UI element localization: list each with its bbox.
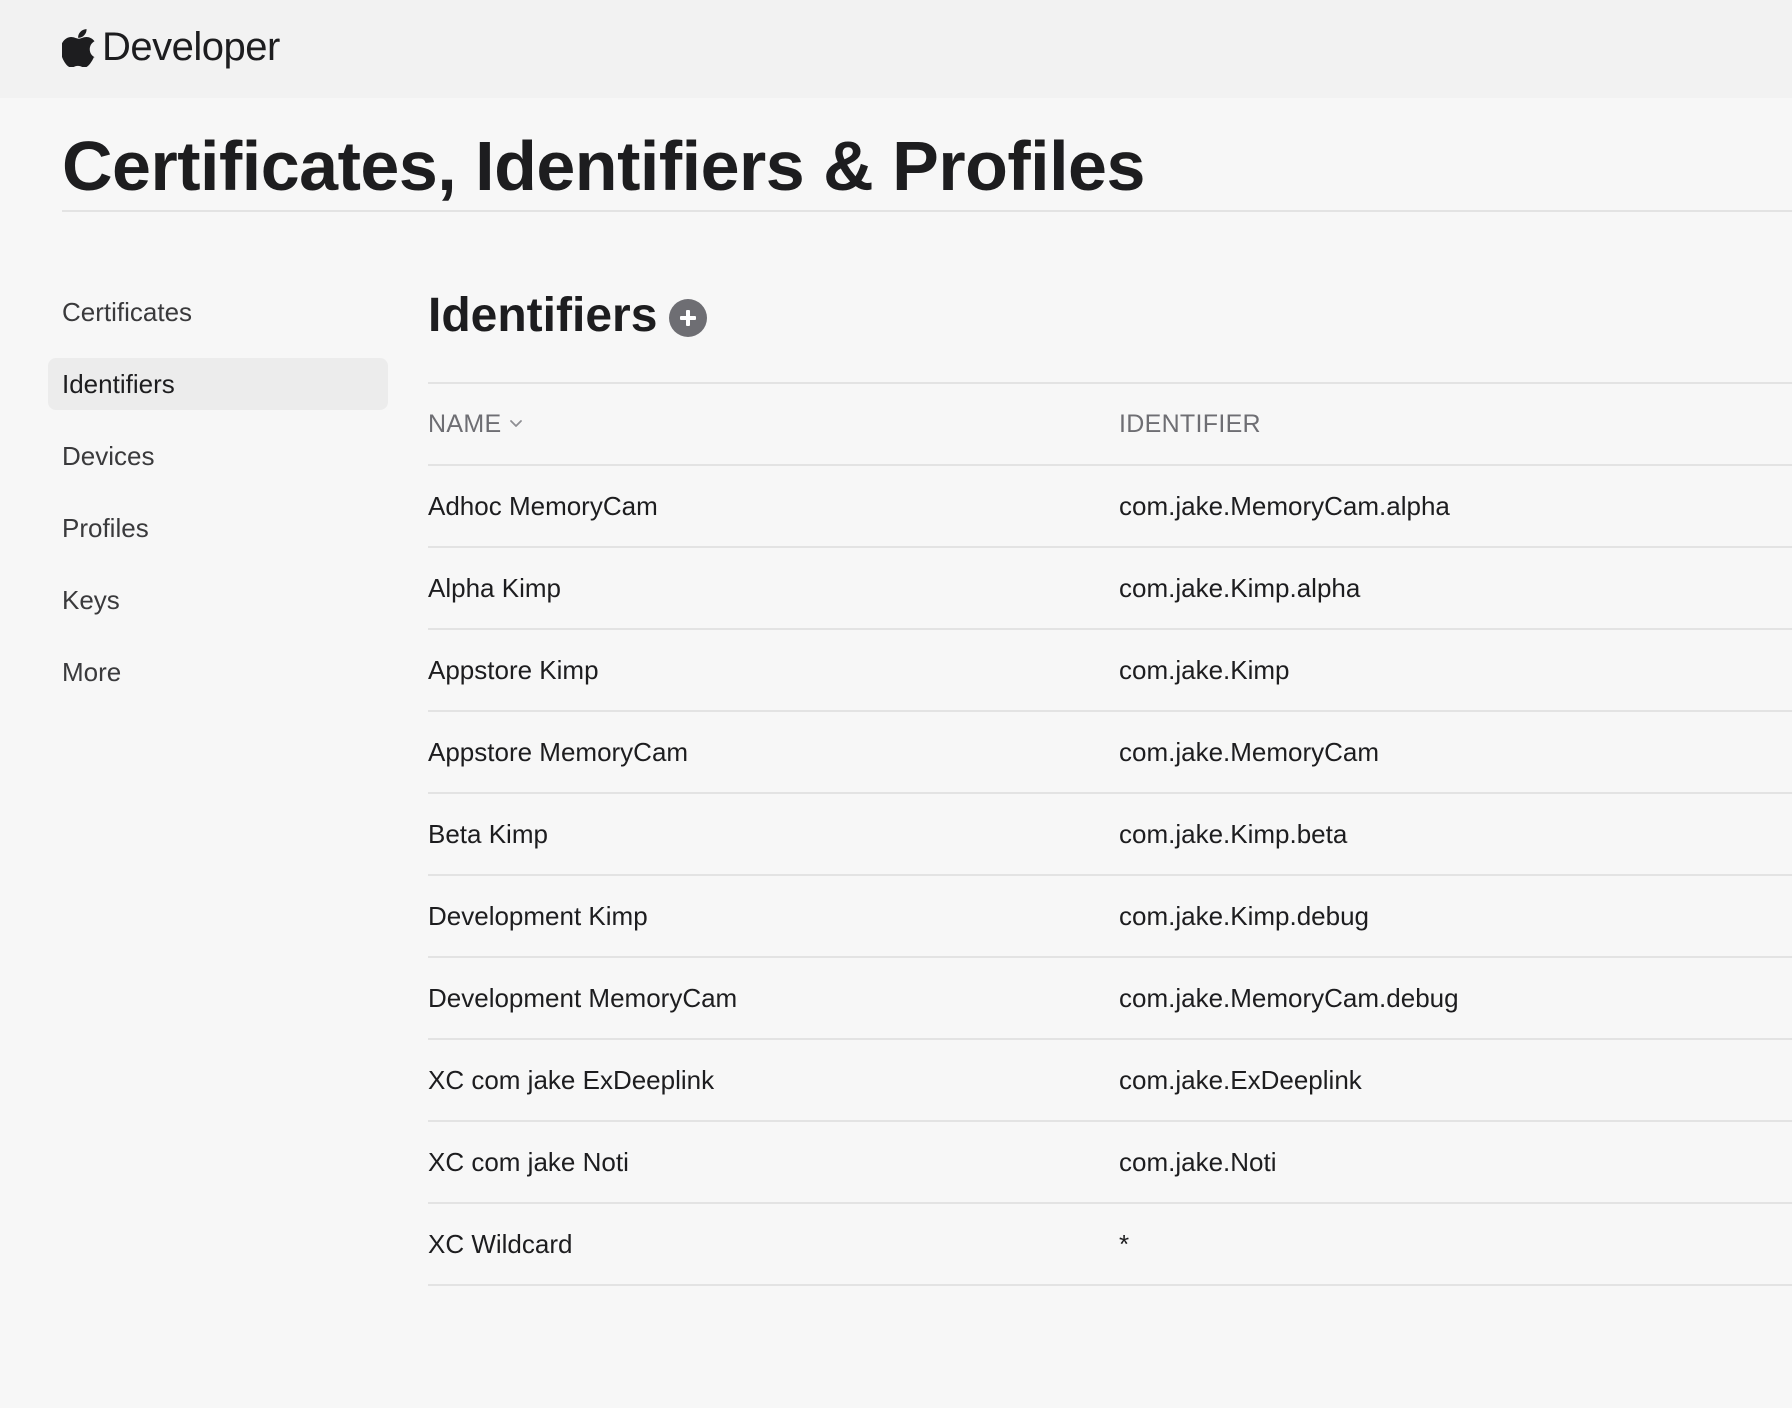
row-name: Beta Kimp [428, 818, 548, 849]
title-divider [62, 210, 1792, 212]
brand-label: Developer [102, 24, 280, 69]
apple-logo-icon [62, 29, 95, 67]
chevron-down-icon [510, 420, 523, 427]
developer-home-link[interactable]: Developer [62, 22, 280, 72]
row-name: Appstore Kimp [428, 654, 599, 685]
row-identifier: com.jake.Noti [1119, 1146, 1277, 1177]
name-column-header[interactable]: NAME [428, 410, 523, 439]
table-row[interactable]: XC com jake ExDeeplink com.jake.ExDeepli… [428, 1040, 1792, 1122]
table-row[interactable]: Development Kimp com.jake.Kimp.debug [428, 876, 1792, 958]
identifier-column-header[interactable]: IDENTIFIER [1119, 410, 1792, 439]
section-title: Identifiers [428, 289, 658, 342]
top-nav-bar: Developer [0, 0, 1792, 98]
sidebar-item-devices[interactable]: Devices [48, 430, 388, 482]
row-name: Development MemoryCam [428, 982, 738, 1013]
row-name: Alpha Kimp [428, 572, 561, 603]
row-identifier: com.jake.Kimp.alpha [1119, 572, 1361, 603]
row-name: XC com jake ExDeeplink [428, 1064, 715, 1095]
sidebar: Certificates Identifiers Devices Profile… [48, 286, 388, 718]
table-row[interactable]: XC Wildcard * [428, 1204, 1792, 1286]
sidebar-item-more[interactable]: More [48, 646, 388, 698]
row-identifier: com.jake.Kimp.debug [1119, 900, 1370, 931]
row-name: Development Kimp [428, 900, 648, 931]
row-name: Adhoc MemoryCam [428, 490, 658, 521]
sidebar-item-profiles[interactable]: Profiles [48, 502, 388, 554]
sidebar-item-certificates[interactable]: Certificates [48, 286, 388, 338]
row-name: Appstore MemoryCam [428, 736, 689, 767]
row-name: XC Wildcard [428, 1228, 573, 1259]
table-row[interactable]: XC com jake Noti com.jake.Noti [428, 1122, 1792, 1204]
table-row[interactable]: Appstore MemoryCam com.jake.MemoryCam [428, 712, 1792, 794]
row-identifier: com.jake.Kimp.beta [1119, 818, 1348, 849]
row-identifier: * [1119, 1228, 1130, 1259]
sidebar-item-keys[interactable]: Keys [48, 574, 388, 626]
row-identifier: com.jake.Kimp [1119, 654, 1290, 685]
table-row[interactable]: Development MemoryCam com.jake.MemoryCam… [428, 958, 1792, 1040]
sidebar-item-identifiers[interactable]: Identifiers [48, 358, 388, 410]
row-identifier: com.jake.MemoryCam [1119, 736, 1380, 767]
identifiers-table: NAME IDENTIFIER Adhoc MemoryCam com.jake… [428, 382, 1792, 1286]
table-header: NAME IDENTIFIER [428, 384, 1792, 466]
row-identifier: com.jake.MemoryCam.debug [1119, 982, 1459, 1013]
add-identifier-button[interactable] [669, 298, 708, 337]
table-row[interactable]: Adhoc MemoryCam com.jake.MemoryCam.alpha [428, 466, 1792, 548]
page-title: Certificates, Identifiers & Profiles [62, 127, 1145, 205]
row-identifier: com.jake.ExDeeplink [1119, 1064, 1362, 1095]
name-column-label: NAME [428, 409, 502, 438]
table-row[interactable]: Appstore Kimp com.jake.Kimp [428, 630, 1792, 712]
row-name: XC com jake Noti [428, 1146, 629, 1177]
section-header: Identifiers [428, 288, 708, 343]
plus-circle-icon [680, 309, 697, 326]
table-row[interactable]: Alpha Kimp com.jake.Kimp.alpha [428, 548, 1792, 630]
table-row[interactable]: Beta Kimp com.jake.Kimp.beta [428, 794, 1792, 876]
row-identifier: com.jake.MemoryCam.alpha [1119, 490, 1450, 521]
